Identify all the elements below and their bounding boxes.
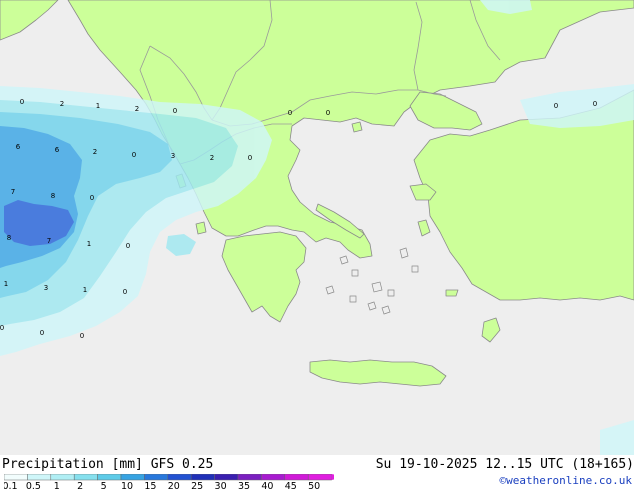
legend-swatch bbox=[73, 473, 98, 481]
credit-link[interactable]: ©weatheronline.co.uk bbox=[500, 474, 632, 487]
val-0e: 0 bbox=[554, 102, 558, 110]
land-cephalonia bbox=[195, 221, 207, 235]
land-thasos bbox=[351, 121, 363, 133]
val-0d: 0 bbox=[326, 109, 330, 117]
val-6b: 6 bbox=[55, 146, 60, 154]
legend-swatch bbox=[27, 473, 52, 481]
val-0g: 0 bbox=[132, 151, 136, 159]
legend-label: 0.1 bbox=[4, 481, 18, 490]
val-0f: 0 bbox=[593, 100, 597, 108]
legend-arrow bbox=[331, 474, 346, 480]
legend-label: 2 bbox=[77, 481, 83, 490]
legend-swatch bbox=[50, 473, 75, 481]
color-legend: 0.1 0.5 1 2 5 10 15 20 25 30 35 40 45 50 bbox=[2, 473, 346, 494]
val-0h: 0 bbox=[248, 154, 252, 162]
legend-label: 20 bbox=[168, 481, 180, 490]
map-title: Precipitation [mm] GFS 0.25 bbox=[2, 457, 214, 472]
val-0c: 0 bbox=[288, 109, 292, 117]
legend-swatch bbox=[237, 473, 262, 481]
val-2b: 2 bbox=[135, 105, 139, 113]
val-0n: 0 bbox=[80, 332, 84, 340]
legend-swatch bbox=[284, 473, 309, 481]
legend-label: 30 bbox=[215, 481, 227, 490]
land-kos bbox=[445, 289, 459, 297]
legend-swatch bbox=[167, 473, 192, 481]
val-8a: 8 bbox=[51, 192, 55, 200]
val-2d: 2 bbox=[210, 154, 214, 162]
legend-swatch bbox=[261, 473, 286, 481]
legend-swatch bbox=[3, 473, 28, 481]
legend-label: 40 bbox=[261, 481, 273, 490]
legend-label: 10 bbox=[121, 481, 133, 490]
valid-time: Su 19-10-2025 12..15 UTC (18+165) bbox=[375, 457, 634, 472]
val-1a: 1 bbox=[96, 102, 100, 110]
val-6a: 6 bbox=[16, 143, 21, 151]
val-1d: 1 bbox=[83, 286, 87, 294]
val-2c: 2 bbox=[93, 148, 97, 156]
val-0m: 0 bbox=[40, 329, 44, 337]
val-0i: 0 bbox=[90, 194, 94, 202]
footer: Precipitation [mm] GFS 0.25 Su 19-10-202… bbox=[0, 455, 634, 492]
legend-label: 50 bbox=[308, 481, 320, 490]
legend-label: 1 bbox=[54, 481, 60, 490]
legend-label: 25 bbox=[191, 481, 203, 490]
legend-label: 5 bbox=[101, 481, 107, 490]
precipitation-map: 0 2 1 2 0 0 0 0 0 6 6 2 0 3 2 0 7 8 0 8 … bbox=[0, 0, 634, 455]
val-1b: 1 bbox=[87, 240, 91, 248]
val-2a: 2 bbox=[60, 100, 64, 108]
legend-label: 35 bbox=[238, 481, 250, 490]
val-0b: 0 bbox=[173, 107, 177, 115]
legend-label: 0.5 bbox=[26, 481, 41, 490]
legend-swatch bbox=[214, 473, 239, 481]
val-3a: 3 bbox=[171, 152, 175, 160]
val-3b: 3 bbox=[44, 284, 48, 292]
val-1c: 1 bbox=[4, 280, 8, 288]
val-0k: 0 bbox=[123, 288, 127, 296]
legend-label: 45 bbox=[285, 481, 297, 490]
val-7a: 7 bbox=[11, 188, 15, 196]
legend-swatch bbox=[144, 473, 169, 481]
val-8b: 8 bbox=[7, 234, 11, 242]
val-0a: 0 bbox=[20, 98, 24, 106]
val-7b: 7 bbox=[47, 237, 51, 245]
val-0l: 0 bbox=[0, 324, 4, 332]
legend-swatch bbox=[307, 473, 332, 481]
legend-swatch bbox=[120, 473, 145, 481]
legend-label: 15 bbox=[144, 481, 156, 490]
legend-swatch bbox=[97, 473, 122, 481]
val-0j: 0 bbox=[126, 242, 130, 250]
legend-swatch bbox=[190, 473, 215, 481]
